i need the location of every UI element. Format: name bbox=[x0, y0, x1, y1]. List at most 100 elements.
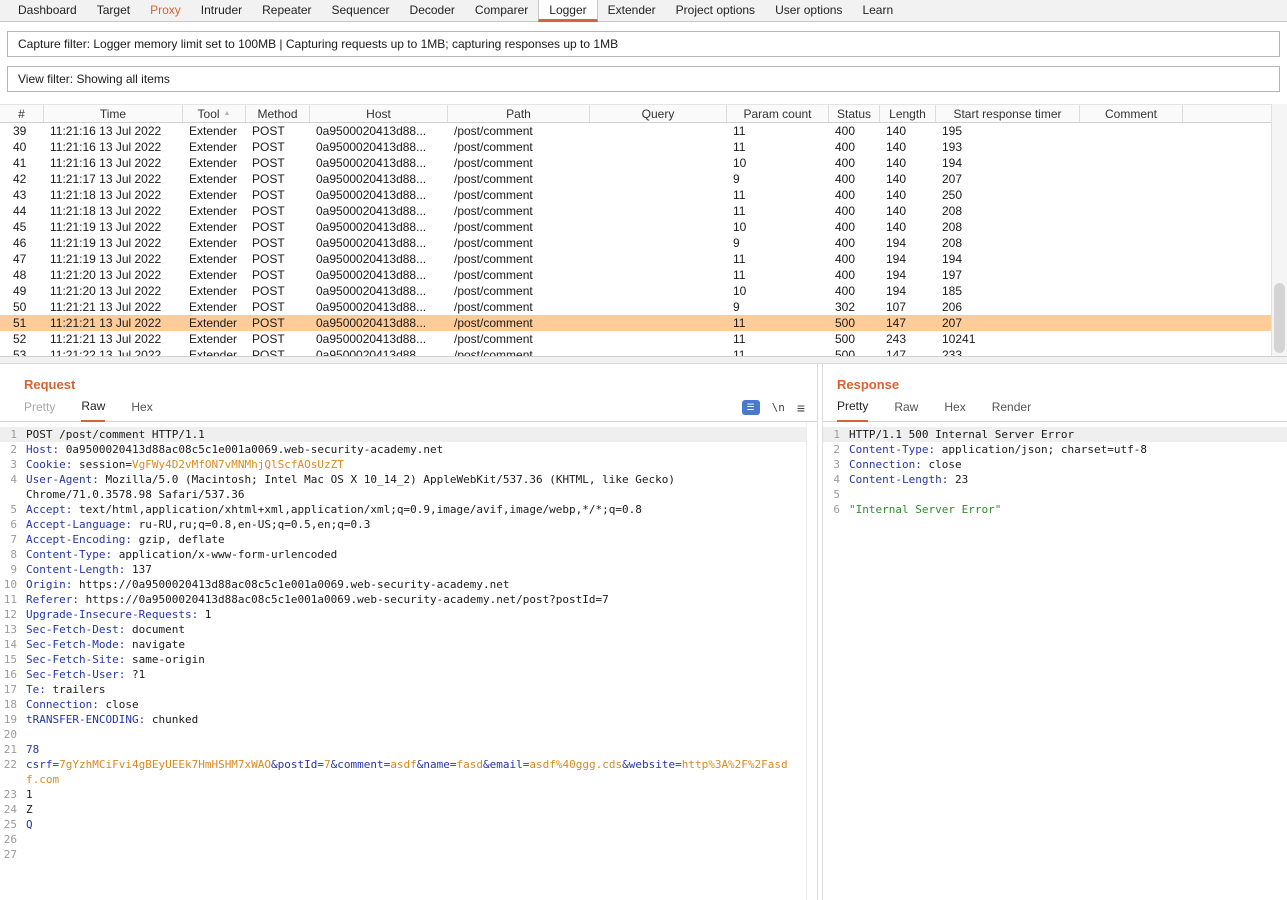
column-label: Query bbox=[642, 107, 675, 121]
code-segment: 78 bbox=[26, 743, 39, 756]
cell-method: POST bbox=[246, 332, 310, 346]
code-segment: POST /post/comment HTTP/1.1 bbox=[26, 428, 205, 441]
log-row-43[interactable]: 4311:21:18 13 Jul 2022ExtenderPOST0a9500… bbox=[0, 187, 1287, 203]
cell-length: 140 bbox=[880, 204, 936, 218]
column-header-status[interactable]: Status bbox=[829, 105, 880, 122]
request-editor[interactable]: 1POST /post/comment HTTP/1.12Host: 0a950… bbox=[0, 422, 817, 900]
log-row-41[interactable]: 4111:21:16 13 Jul 2022ExtenderPOST0a9500… bbox=[0, 155, 1287, 171]
capture-filter-bar[interactable]: Capture filter: Logger memory limit set … bbox=[7, 31, 1280, 57]
tab-proxy[interactable]: Proxy bbox=[140, 0, 191, 21]
tab-learn[interactable]: Learn bbox=[852, 0, 903, 21]
cell-time: 11:21:20 13 Jul 2022 bbox=[44, 284, 183, 298]
log-row-53[interactable]: 5311:21:22 13 Jul 2022ExtenderPOST0a9500… bbox=[0, 347, 1287, 356]
cell-time: 11:21:16 13 Jul 2022 bbox=[44, 156, 183, 170]
log-row-46[interactable]: 4611:21:19 13 Jul 2022ExtenderPOST0a9500… bbox=[0, 235, 1287, 251]
column-header-host[interactable]: Host bbox=[310, 105, 448, 122]
table-body: 3911:21:16 13 Jul 2022ExtenderPOST0a9500… bbox=[0, 123, 1287, 356]
scrollbar-thumb[interactable] bbox=[1274, 283, 1285, 353]
tab-comparer[interactable]: Comparer bbox=[465, 0, 538, 21]
cell-param-count: 10 bbox=[727, 284, 829, 298]
cell-status: 500 bbox=[829, 348, 880, 356]
code-segment: &website= bbox=[622, 758, 682, 771]
column-header-path[interactable]: Path bbox=[448, 105, 590, 122]
cell-#: 44 bbox=[0, 204, 44, 218]
line-content bbox=[849, 487, 1287, 502]
cell-time: 11:21:21 13 Jul 2022 bbox=[44, 316, 183, 330]
code-line: 7Accept-Encoding: gzip, deflate bbox=[0, 532, 807, 547]
cell-path: /post/comment bbox=[448, 156, 590, 170]
code-segment: https://0a9500020413d88ac08c5c1e001a0069… bbox=[72, 578, 509, 591]
log-row-39[interactable]: 3911:21:16 13 Jul 2022ExtenderPOST0a9500… bbox=[0, 123, 1287, 139]
log-row-42[interactable]: 4211:21:17 13 Jul 2022ExtenderPOST0a9500… bbox=[0, 171, 1287, 187]
column-header-method[interactable]: Method bbox=[246, 105, 310, 122]
column-header-time[interactable]: Time bbox=[44, 105, 183, 122]
request-editor-icons: ☰ \n ≡ bbox=[742, 400, 805, 421]
show-newlines-icon[interactable]: \n bbox=[772, 401, 785, 414]
cell-time: 11:21:22 13 Jul 2022 bbox=[44, 348, 183, 356]
log-row-50[interactable]: 5011:21:21 13 Jul 2022ExtenderPOST0a9500… bbox=[0, 299, 1287, 315]
tab-repeater[interactable]: Repeater bbox=[252, 0, 321, 21]
cell-path: /post/comment bbox=[448, 284, 590, 298]
line-content: Host: 0a9500020413d88ac08c5c1e001a0069.w… bbox=[26, 442, 807, 457]
code-segment: document bbox=[125, 623, 185, 636]
line-number: 8 bbox=[0, 547, 26, 562]
code-segment: asdf%40ggg.cds bbox=[529, 758, 622, 771]
response-tab-raw[interactable]: Raw bbox=[894, 400, 918, 421]
column-header-param-count[interactable]: Param count bbox=[727, 105, 829, 122]
log-row-45[interactable]: 4511:21:19 13 Jul 2022ExtenderPOST0a9500… bbox=[0, 219, 1287, 235]
line-content: Accept: text/html,application/xhtml+xml,… bbox=[26, 502, 807, 517]
tab-target[interactable]: Target bbox=[87, 0, 140, 21]
tab-project-options[interactable]: Project options bbox=[666, 0, 765, 21]
cell-start-response-timer: 206 bbox=[936, 300, 1080, 314]
tab-extender[interactable]: Extender bbox=[598, 0, 666, 21]
response-editor[interactable]: 1HTTP/1.1 500 Internal Server Error2Cont… bbox=[823, 422, 1287, 900]
cell-method: POST bbox=[246, 204, 310, 218]
cell-tool: Extender bbox=[183, 220, 246, 234]
request-tab-pretty[interactable]: Pretty bbox=[24, 400, 55, 421]
tab-decoder[interactable]: Decoder bbox=[400, 0, 465, 21]
line-content: 78 bbox=[26, 742, 807, 757]
tab-intruder[interactable]: Intruder bbox=[191, 0, 252, 21]
response-tab-render[interactable]: Render bbox=[992, 400, 1031, 421]
column-header-comment[interactable]: Comment bbox=[1080, 105, 1183, 122]
log-row-44[interactable]: 4411:21:18 13 Jul 2022ExtenderPOST0a9500… bbox=[0, 203, 1287, 219]
tab-user-options[interactable]: User options bbox=[765, 0, 852, 21]
code-segment: application/x-www-form-urlencoded bbox=[112, 548, 337, 561]
column-header-length[interactable]: Length bbox=[880, 105, 936, 122]
log-row-49[interactable]: 4911:21:20 13 Jul 2022ExtenderPOST0a9500… bbox=[0, 283, 1287, 299]
code-segment: same-origin bbox=[125, 653, 204, 666]
table-vertical-scrollbar[interactable] bbox=[1271, 104, 1287, 356]
request-tab-raw[interactable]: Raw bbox=[81, 399, 105, 422]
column-header-#[interactable]: # bbox=[0, 105, 44, 122]
log-row-47[interactable]: 4711:21:19 13 Jul 2022ExtenderPOST0a9500… bbox=[0, 251, 1287, 267]
code-segment: gzip, deflate bbox=[132, 533, 225, 546]
line-content bbox=[26, 832, 807, 847]
cell-host: 0a9500020413d88... bbox=[310, 236, 448, 250]
column-header-query[interactable]: Query bbox=[590, 105, 727, 122]
code-segment: session= bbox=[72, 458, 132, 471]
log-row-48[interactable]: 4811:21:20 13 Jul 2022ExtenderPOST0a9500… bbox=[0, 267, 1287, 283]
line-content: Sec-Fetch-Dest: document bbox=[26, 622, 807, 637]
editor-menu-icon[interactable]: ≡ bbox=[797, 401, 805, 415]
code-line: 2Content-Type: application/json; charset… bbox=[823, 442, 1287, 457]
view-filter-bar[interactable]: View filter: Showing all items bbox=[7, 66, 1280, 92]
column-header-tool[interactable]: Tool▲ bbox=[183, 105, 246, 122]
horizontal-splitter[interactable] bbox=[0, 356, 1287, 364]
log-row-51[interactable]: 5111:21:21 13 Jul 2022ExtenderPOST0a9500… bbox=[0, 315, 1287, 331]
line-number: 24 bbox=[0, 802, 26, 817]
log-row-40[interactable]: 4011:21:16 13 Jul 2022ExtenderPOST0a9500… bbox=[0, 139, 1287, 155]
line-content bbox=[26, 847, 807, 862]
cell-length: 140 bbox=[880, 140, 936, 154]
tab-sequencer[interactable]: Sequencer bbox=[322, 0, 400, 21]
response-tab-pretty[interactable]: Pretty bbox=[837, 399, 868, 422]
wrap-lines-icon[interactable]: ☰ bbox=[742, 400, 760, 415]
log-row-52[interactable]: 5211:21:21 13 Jul 2022ExtenderPOST0a9500… bbox=[0, 331, 1287, 347]
cell-time: 11:21:21 13 Jul 2022 bbox=[44, 332, 183, 346]
cell-method: POST bbox=[246, 156, 310, 170]
tab-logger[interactable]: Logger bbox=[538, 0, 597, 22]
request-tab-hex[interactable]: Hex bbox=[131, 400, 152, 421]
column-header-start-response-timer[interactable]: Start response timer bbox=[936, 105, 1080, 122]
cell-host: 0a9500020413d88... bbox=[310, 140, 448, 154]
tab-dashboard[interactable]: Dashboard bbox=[8, 0, 87, 21]
response-tab-hex[interactable]: Hex bbox=[944, 400, 965, 421]
